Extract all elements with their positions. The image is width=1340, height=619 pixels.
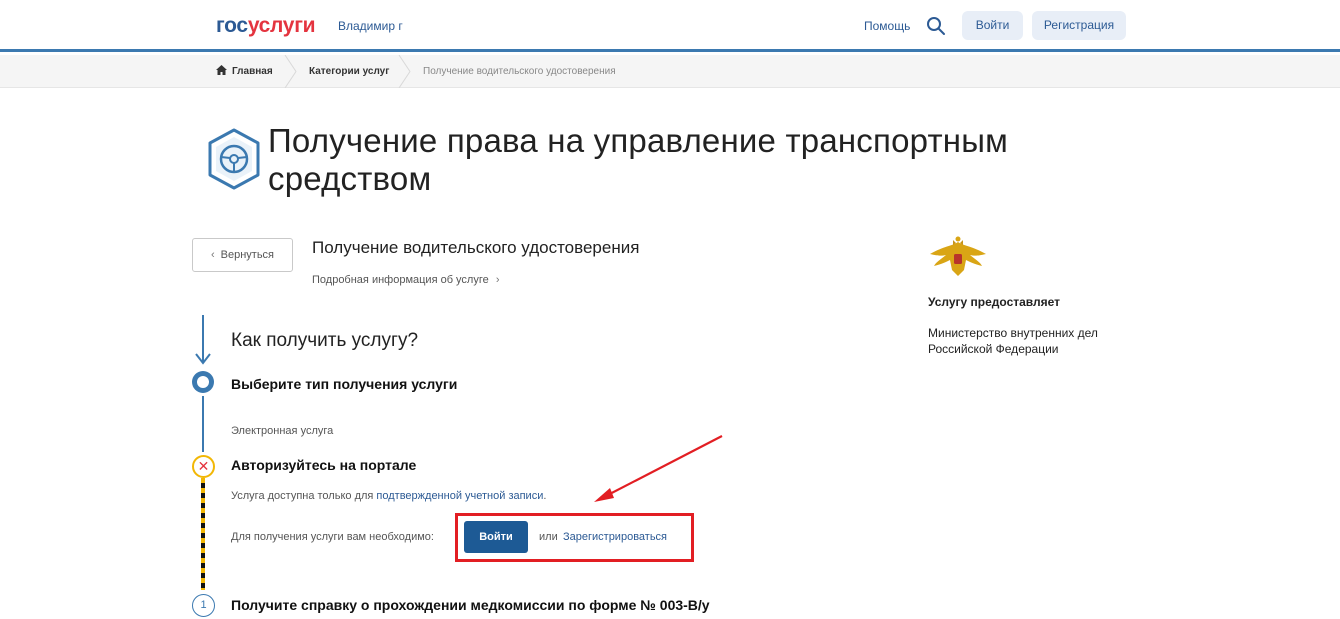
chevron-right-icon: ›	[495, 274, 500, 286]
step2-requirement-text: Для получения услуги вам необходимо:	[231, 531, 434, 543]
breadcrumb-home-label: Главная	[232, 66, 273, 77]
header-login-button[interactable]: Войти	[962, 11, 1023, 40]
logo-uslugi-text: услуги	[247, 14, 316, 37]
breadcrumb-separator-icon	[398, 55, 411, 88]
region-selector[interactable]: Владимир г	[338, 19, 403, 33]
step1-value: Электронная услуга	[231, 425, 334, 437]
chevron-left-icon: ‹	[210, 249, 215, 261]
double-headed-eagle-emblem-icon	[930, 236, 986, 276]
back-button-label: Вернуться	[220, 249, 275, 261]
step3-number-badge: 1	[192, 594, 215, 617]
help-link[interactable]: Помощь	[864, 19, 910, 33]
red-annotation-arrow-icon	[594, 435, 723, 502]
service-details-link[interactable]: Подробная информация об услуге ›	[312, 274, 499, 286]
how-to-get-heading: Как получить услугу?	[231, 330, 419, 351]
provider-label: Услугу предоставляет	[928, 295, 1061, 309]
timeline-line	[202, 396, 204, 452]
logo-gos-text: гос	[216, 14, 248, 37]
search-icon[interactable]	[926, 16, 946, 36]
header-register-button[interactable]: Регистрация	[1032, 11, 1126, 40]
breadcrumb-home[interactable]: Главная	[216, 55, 273, 88]
breadcrumb-categories[interactable]: Категории услуг	[309, 55, 389, 88]
or-text: или	[539, 531, 558, 543]
confirmed-account-link[interactable]: подтвержденной учетной записи	[376, 490, 543, 502]
breadcrumb: Главная Категории услуг Получение водите…	[0, 55, 1340, 88]
step2-note-suffix: .	[543, 490, 547, 502]
login-button[interactable]: Войти	[464, 521, 528, 553]
breadcrumb-separator-icon	[284, 55, 297, 88]
site-header: госуслуги Владимир г Помощь Войти Регист…	[0, 0, 1340, 52]
service-details-label: Подробная информация об услуге	[312, 274, 489, 286]
step2-note-prefix: Услуга доступна только для	[231, 490, 377, 502]
gosuslugi-logo[interactable]: госуслуги	[216, 14, 316, 38]
step1-title: Выберите тип получения услуги	[231, 376, 458, 392]
back-button[interactable]: ‹ Вернуться	[192, 238, 293, 272]
provider-name: Министерство внутренних дел Российской Ф…	[928, 326, 1098, 356]
page-title: Получение права на управление транспортн…	[268, 122, 1009, 197]
step-active-icon	[192, 371, 214, 393]
step3-title: Получите справку о прохождении медкомисс…	[231, 597, 710, 613]
timeline-line-dashed	[201, 478, 205, 590]
home-icon	[216, 65, 227, 75]
breadcrumb-current: Получение водительского удостоверения	[423, 66, 616, 77]
step2-title: Авторизуйтесь на портале	[231, 457, 417, 473]
register-link[interactable]: Зарегистрироваться	[563, 531, 667, 543]
step2-note: Услуга доступна только для подтвержденно…	[231, 490, 546, 502]
steering-wheel-icon	[208, 128, 260, 190]
step-error-x-icon: ✕	[192, 455, 215, 478]
service-subtitle: Получение водительского удостоверения	[312, 238, 640, 257]
arrow-down-icon	[195, 353, 211, 365]
